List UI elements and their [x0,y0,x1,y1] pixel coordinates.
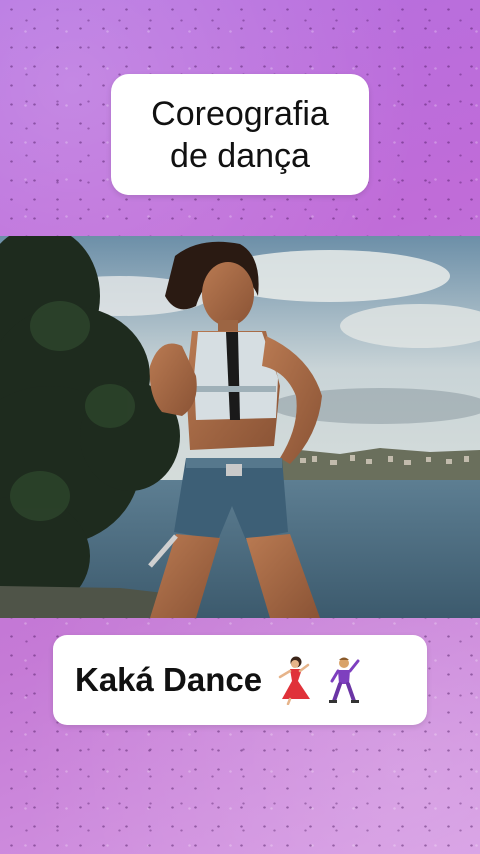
bottom-card: Kaká Dance [53,635,427,725]
dancer-man-icon [326,655,362,705]
dancer-woman-icon [276,655,312,706]
dance-name-text: Kaká Dance [75,661,263,698]
title-card: Coreografia de dança [111,74,369,195]
title-line-1: Coreografia [151,94,329,133]
dance-photo-illustration [0,236,480,618]
dance-photo[interactable] [0,236,480,618]
title-line-2: de dança [170,136,310,175]
